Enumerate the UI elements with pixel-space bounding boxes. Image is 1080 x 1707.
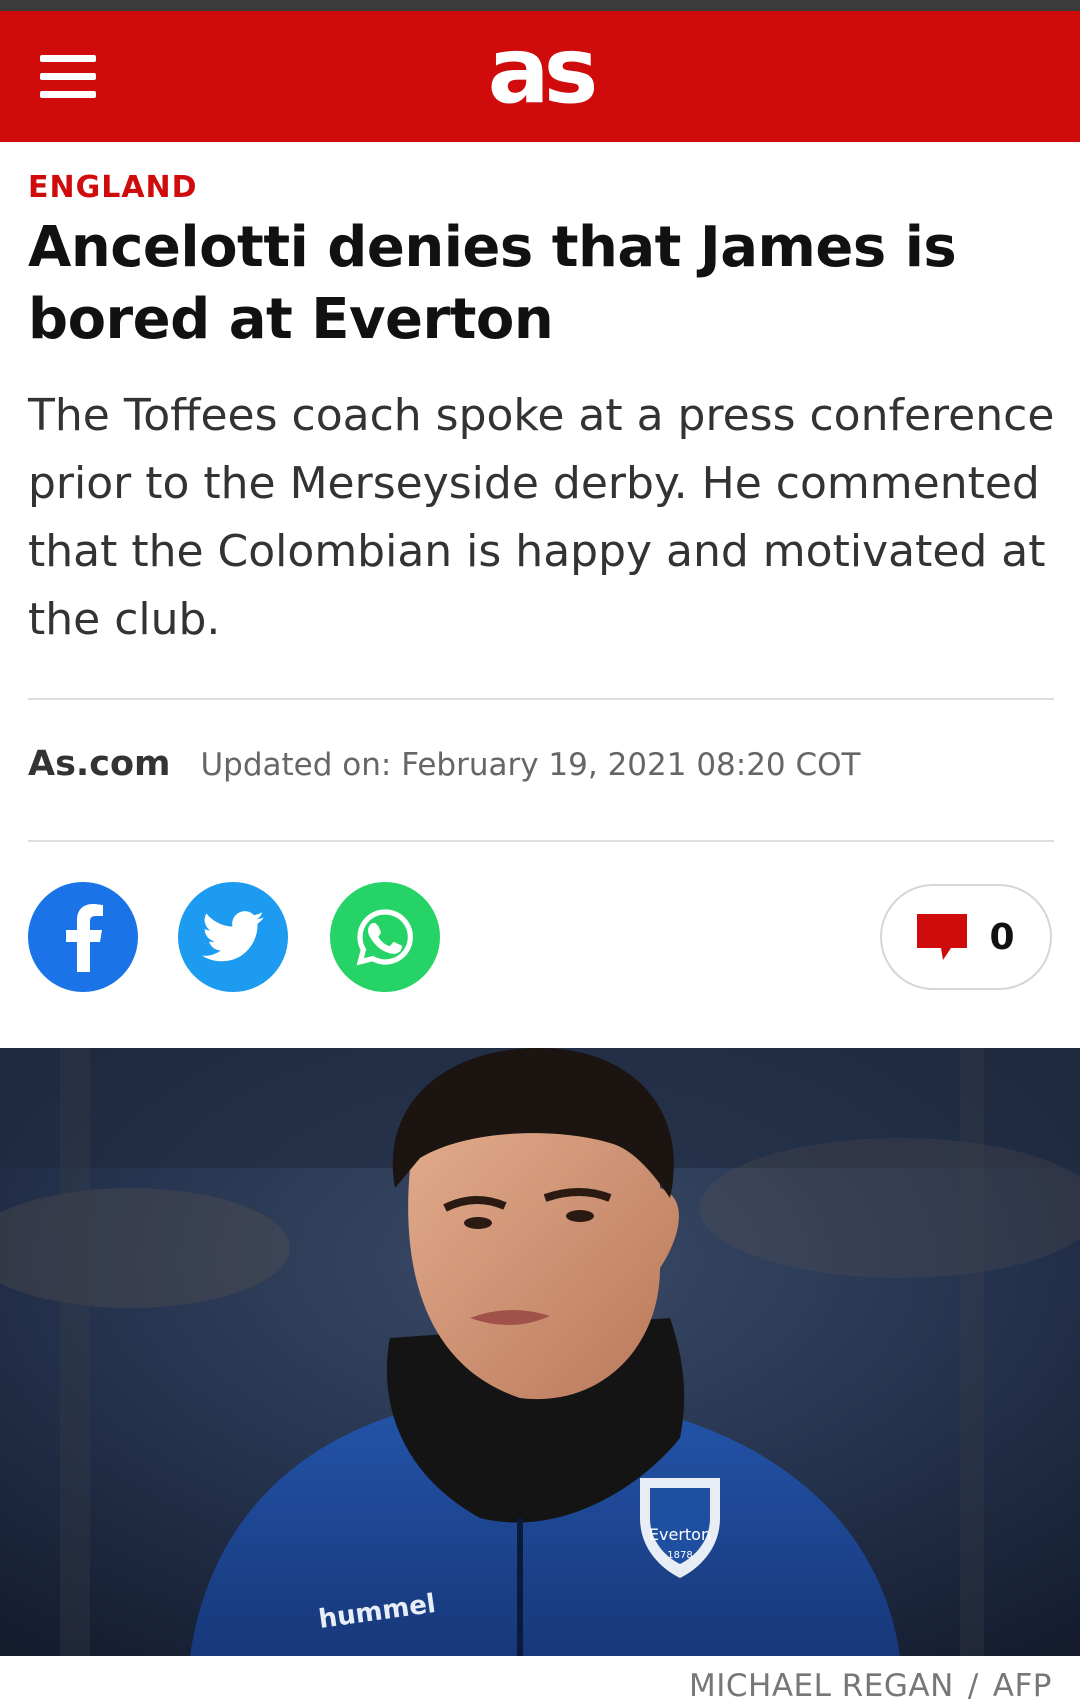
whatsapp-share-button[interactable] — [330, 882, 440, 992]
facebook-share-button[interactable] — [28, 882, 138, 992]
twitter-share-button[interactable] — [178, 882, 288, 992]
site-header: as — [0, 11, 1080, 142]
site-logo[interactable]: as — [0, 21, 1080, 121]
twitter-icon — [202, 911, 264, 962]
credit-separator: / — [967, 1668, 979, 1704]
photo-credit: MICHAEL REGAN / AFP — [689, 1668, 1052, 1704]
divider — [28, 698, 1054, 700]
divider — [28, 840, 1054, 842]
article-title: Ancelotti denies that James is bored at … — [28, 215, 957, 352]
article-photo[interactable]: Everton 1878 hummel — [0, 1048, 1080, 1656]
article-meta: As.com Updated on: February 19, 2021 08:… — [28, 744, 861, 784]
comment-bubble-icon — [917, 914, 968, 960]
updated-timestamp: Updated on: February 19, 2021 08:20 COT — [200, 747, 861, 783]
crest-text: Everton — [649, 1525, 711, 1544]
status-bar — [0, 0, 1080, 11]
crest-year: 1878 — [667, 1550, 692, 1561]
agency-name: AFP — [992, 1668, 1052, 1704]
article-subtitle: The Toffees coach spoke at a press confe… — [28, 390, 1055, 645]
photographer-name: MICHAEL REGAN — [689, 1668, 954, 1704]
author-name[interactable]: As.com — [28, 744, 170, 784]
facebook-icon — [66, 904, 103, 972]
comments-button[interactable]: 0 — [880, 884, 1052, 990]
comment-count: 0 — [989, 916, 1015, 958]
section-label[interactable]: ENGLAND — [28, 170, 198, 205]
whatsapp-icon — [356, 909, 413, 966]
